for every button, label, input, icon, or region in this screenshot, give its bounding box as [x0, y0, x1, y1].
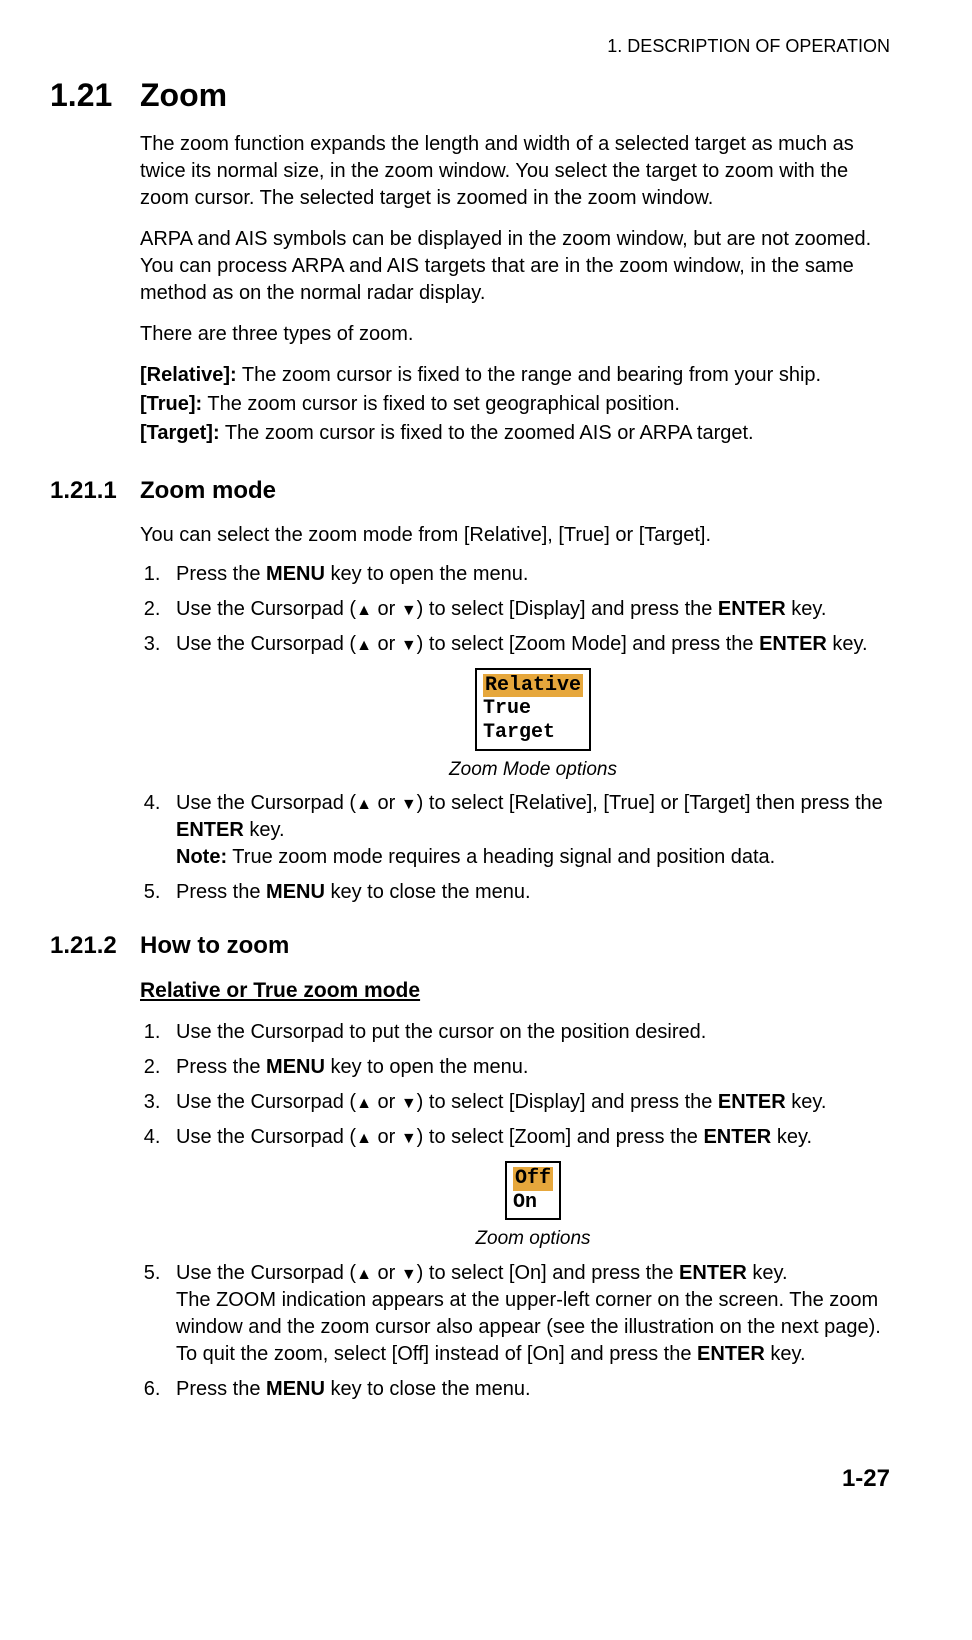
step-item: Use the Cursorpad (▲ or ▼) to select [Zo… — [166, 631, 890, 782]
step-item: Use the Cursorpad (▲ or ▼) to select [Zo… — [166, 1124, 890, 1252]
zoom-options-box: Off On — [505, 1161, 561, 1220]
step-item: Press the MENU key to open the menu. — [166, 561, 890, 588]
step-item: Use the Cursorpad (▲ or ▼) to select [Di… — [166, 1089, 890, 1116]
down-arrow-icon: ▼ — [401, 1128, 417, 1150]
paragraph: There are three types of zoom. — [140, 321, 890, 348]
step-item: Use the Cursorpad (▲ or ▼) to select [Di… — [166, 596, 890, 623]
section-title: Zoom — [140, 74, 890, 117]
paragraph: ARPA and AIS symbols can be displayed in… — [140, 226, 890, 307]
page-number: 1-27 — [50, 1463, 890, 1495]
chapter-header: 1. DESCRIPTION OF OPERATION — [50, 34, 890, 58]
option-target: Target — [483, 721, 583, 745]
definition-true: [True]: The zoom cursor is fixed to set … — [140, 391, 890, 418]
step-item: Press the MENU key to open the menu. — [166, 1054, 890, 1081]
figure-caption: Zoom options — [475, 1226, 590, 1252]
up-arrow-icon: ▲ — [356, 1128, 372, 1150]
zoom-mode-options-box: Relative True Target — [475, 668, 591, 751]
option-on: On — [513, 1191, 553, 1215]
step-item: Press the MENU key to close the menu. — [166, 879, 890, 906]
subsection-title: Zoom mode — [140, 475, 890, 507]
down-arrow-icon: ▼ — [401, 635, 417, 657]
paragraph: You can select the zoom mode from [Relat… — [140, 522, 890, 549]
step-item: Use the Cursorpad to put the cursor on t… — [166, 1019, 890, 1046]
up-arrow-icon: ▲ — [356, 600, 372, 622]
up-arrow-icon: ▲ — [356, 1093, 372, 1115]
paragraph: The zoom function expands the length and… — [140, 131, 890, 212]
subsection-title: How to zoom — [140, 930, 890, 962]
up-arrow-icon: ▲ — [356, 1264, 372, 1286]
definition-relative: [Relative]: The zoom cursor is fixed to … — [140, 362, 890, 389]
down-arrow-icon: ▼ — [401, 600, 417, 622]
subheading: Relative or True zoom mode — [140, 977, 890, 1005]
step-item: Use the Cursorpad (▲ or ▼) to select [On… — [166, 1260, 890, 1368]
down-arrow-icon: ▼ — [401, 794, 417, 816]
subsection-number: 1.21.1 — [50, 475, 140, 507]
up-arrow-icon: ▲ — [356, 794, 372, 816]
definition-target: [Target]: The zoom cursor is fixed to th… — [140, 420, 890, 447]
option-relative: Relative — [483, 674, 583, 698]
option-true: True — [483, 697, 583, 721]
figure-caption: Zoom Mode options — [449, 757, 617, 783]
up-arrow-icon: ▲ — [356, 635, 372, 657]
option-off: Off — [513, 1167, 553, 1191]
subsection-number: 1.21.2 — [50, 930, 140, 962]
section-number: 1.21 — [50, 74, 140, 117]
step-item: Press the MENU key to close the menu. — [166, 1376, 890, 1403]
down-arrow-icon: ▼ — [401, 1264, 417, 1286]
step-item: Use the Cursorpad (▲ or ▼) to select [Re… — [166, 790, 890, 871]
down-arrow-icon: ▼ — [401, 1093, 417, 1115]
